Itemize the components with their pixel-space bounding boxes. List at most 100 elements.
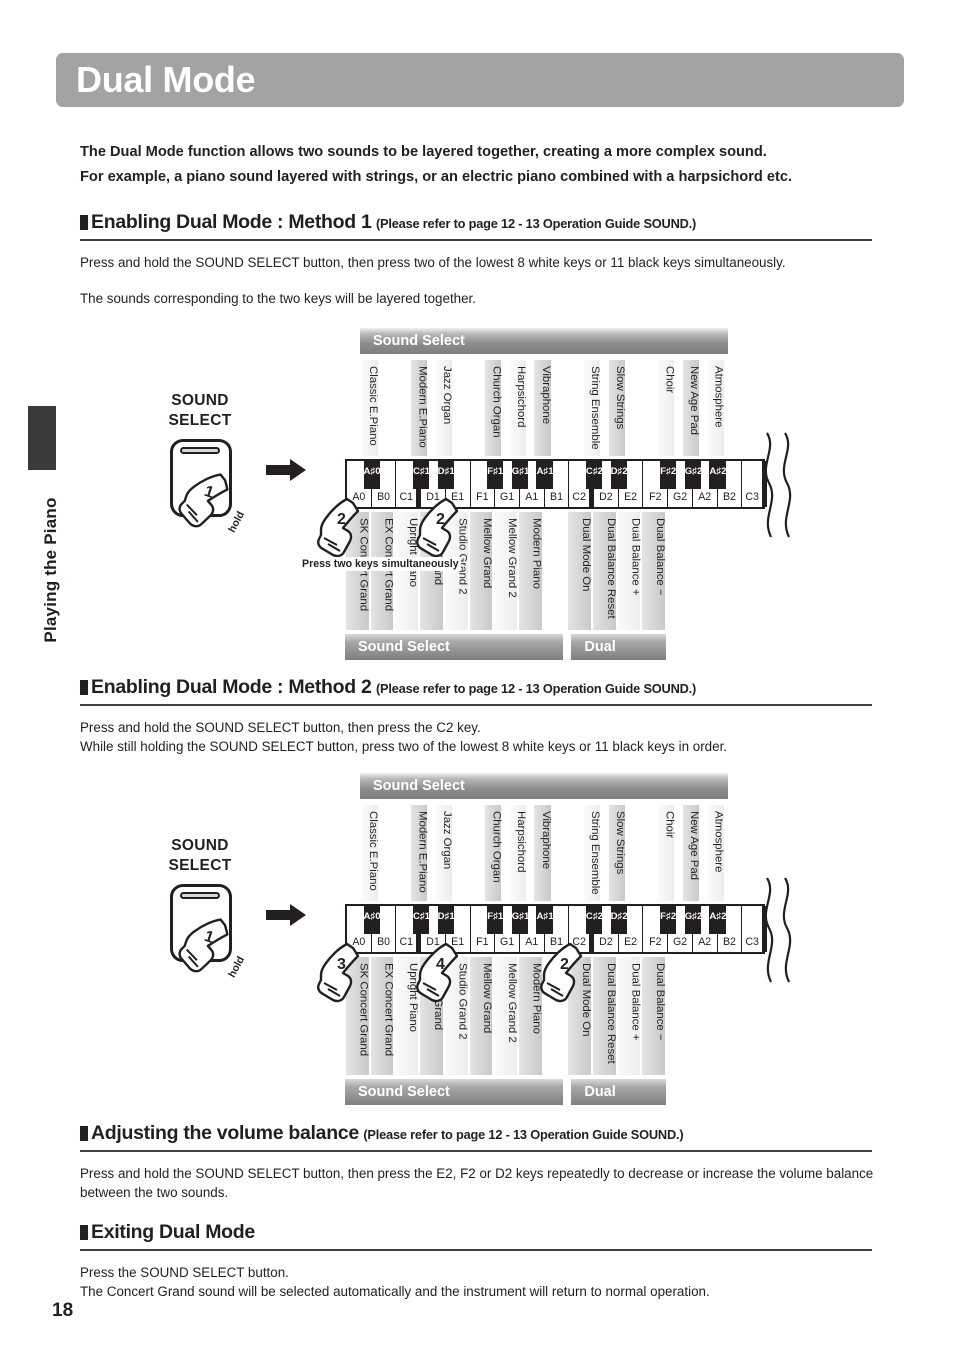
black-key[interactable]: D♯1 [437,461,455,489]
black-key-label: A♯2 [709,911,727,922]
sound-name-bottom: EX Concert Grand [370,512,394,630]
sound-name-top: Harpsichord [509,360,527,456]
sound-name-top: New Age Pad [682,805,700,901]
sound-name-top: Classic E.Piano [361,360,379,456]
keyboard-break-icon [764,877,792,983]
sound-name-top: String Ensemble [583,805,601,901]
black-key[interactable]: C♯1 [412,461,431,489]
black-key-label: C♯2 [585,466,603,477]
sound-select-bottom-bar-label: Sound Select [358,1084,450,1100]
sound-select-top-bar-label: Sound Select [373,778,465,794]
black-key[interactable]: A♯0 [363,906,381,934]
sound-name-bottom: Dual Balance + [617,957,641,1075]
black-key-label: G♯1 [511,466,530,477]
black-key[interactable]: G♯1 [511,906,530,934]
white-key-label: B2 [722,491,736,503]
black-key[interactable]: G♯2 [684,906,703,934]
white-key-label: G1 [500,491,515,503]
black-key[interactable]: F♯1 [487,461,504,489]
section-rule [80,239,872,241]
white-key-label: A1 [525,491,539,503]
white-key-label: F1 [476,936,489,948]
sound-name-top: Atmosphere [707,360,725,456]
black-key[interactable]: A♯2 [709,461,726,489]
black-key-label: A♯1 [536,466,554,477]
black-key[interactable]: D♯1 [437,906,455,934]
black-key[interactable]: C♯2 [585,906,603,934]
section-title: Enabling Dual Mode : Method 1 [91,211,372,233]
sound-name-bottom: EX Concert Grand [370,957,394,1075]
keyboard-break-icon [764,432,792,538]
black-key-label: D♯2 [610,466,628,477]
method1-body-1: Press and hold the SOUND SELECT button, … [80,255,786,270]
dual-bottom-bar: Dual [571,1079,667,1105]
sound-name-top: String Ensemble [583,360,601,456]
sound-name-bottom: Dual Mode On [568,512,592,630]
method2-body-2: While still holding the SOUND SELECT but… [80,739,728,754]
volume-body-2: between the two sounds. [80,1185,229,1200]
sound-select-bottom-bar: Sound Select [345,634,564,660]
white-key-label: B2 [722,936,736,948]
method1-body-2: The sounds corresponding to the two keys… [80,291,476,306]
section-heading-method1: Enabling Dual Mode : Method 1 (Please re… [80,211,872,234]
sound-select-top-bar-label: Sound Select [373,333,465,349]
dual-bottom-bar-label: Dual [584,639,616,655]
sound-name-bottom: Dual Balance Reset [593,512,617,630]
sound-name-top: Vibraphone [534,805,552,901]
svg-text:2: 2 [560,956,569,973]
sound-name-bottom: Mellow Grand [469,957,493,1075]
sound-name-bottom: Modern Piano [518,512,543,630]
black-key[interactable]: F♯2 [660,906,677,934]
bullet-square-icon [80,1126,88,1141]
svg-text:2: 2 [436,511,445,528]
sound-name-top: Atmosphere [707,805,725,901]
black-key-label: G♯2 [684,466,703,477]
page-title: Dual Mode [76,59,256,100]
black-key[interactable]: C♯2 [585,461,603,489]
sound-select-bottom-bar-label: Sound Select [358,639,450,655]
white-key-label: A2 [698,491,712,503]
exiting-body-2: The Concert Grand sound will be selected… [80,1284,710,1299]
bullet-square-icon [80,215,88,230]
section-title: Adjusting the volume balance [91,1122,359,1144]
white-key-label: E2 [624,936,638,948]
sound-name-bottom: Mellow Grand [469,512,493,630]
hold-text: hold [226,509,248,535]
black-key-label: F♯1 [487,466,504,477]
black-key[interactable]: G♯2 [684,461,703,489]
black-key[interactable]: A♯2 [709,906,727,934]
white-key-label: F1 [476,491,489,503]
white-key-label: C1 [399,491,414,503]
sound-name-bottom: Upright Piano [395,512,419,630]
sound-name-top: Church Organ [485,805,502,901]
black-key[interactable]: A♯0 [363,461,381,489]
svg-text:4: 4 [436,956,445,973]
black-key[interactable]: D♯2 [610,461,628,489]
black-key[interactable]: A♯1 [536,461,554,489]
black-key-label: A♯0 [363,911,381,922]
section-rule [80,1249,872,1251]
black-key-label: G♯2 [684,911,703,922]
black-key-label: F♯1 [487,911,504,922]
white-key-label: D2 [599,491,613,503]
black-key[interactable]: F♯1 [487,906,504,934]
exiting-body-1: Press the SOUND SELECT button. [80,1265,289,1280]
pointing-hand-icon: 2 [416,497,462,559]
white-key-label: B0 [377,936,391,948]
dual-bottom-bar: Dual [571,634,667,660]
black-key[interactable]: A♯1 [536,906,554,934]
black-key-label: G♯1 [511,911,530,922]
black-key-label: D♯1 [437,911,455,922]
black-key-label: F♯2 [660,466,677,477]
black-key[interactable]: C♯1 [412,906,430,934]
black-key-label: C♯1 [412,466,431,477]
sound-name-top: Slow Strings [608,805,626,901]
pointing-hand-icon: 2 [539,942,586,1004]
black-key[interactable]: F♯2 [660,461,677,489]
black-key[interactable]: G♯1 [511,461,530,489]
white-key-label: G2 [672,491,688,503]
black-key[interactable]: D♯2 [610,906,628,934]
svg-text:3: 3 [337,956,346,973]
section-title: Exiting Dual Mode [91,1221,255,1243]
white-key-label: G2 [672,936,688,948]
